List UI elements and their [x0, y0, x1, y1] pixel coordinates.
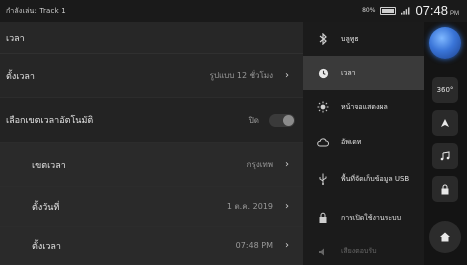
music-note-icon	[440, 151, 450, 161]
section-title: เวลา	[6, 33, 25, 44]
clock-time: 07:48	[415, 3, 448, 18]
settings-panel: เวลา ตั้งเวลา รูปแบบ 12 ชั่วโมง › เลือกเ…	[0, 22, 303, 265]
status-bar: กำลังเล่น: Track 1 80% 07:48 PM	[0, 0, 467, 22]
row-label: ตั้งวันที่	[32, 202, 60, 213]
set-date-row[interactable]: ตั้งวันที่ 1 ต.ค. 2019 ›	[0, 187, 303, 227]
menu-item-label: หน้าจอแสดงผล	[341, 102, 388, 111]
chevron-right-icon: ›	[285, 159, 289, 170]
lock-icon	[317, 212, 329, 224]
speaker-icon	[317, 246, 329, 258]
row-label: ตั้งเวลา	[6, 71, 35, 82]
bluetooth-icon	[317, 33, 329, 45]
auto-timezone-row[interactable]: เลือกเขตเวลาอัตโนมัติ ปิด	[0, 98, 303, 143]
menu-item-time[interactable]: เวลา	[303, 56, 424, 90]
chevron-right-icon: ›	[285, 70, 289, 81]
section-title-row: เวลา	[0, 22, 303, 54]
home-icon	[440, 232, 450, 242]
row-value: 1 ต.ค. 2019	[226, 202, 273, 211]
clock-ampm: PM	[450, 11, 459, 17]
row-label: เลือกเขตเวลาอัตโนมัติ	[6, 116, 94, 126]
usb-icon	[317, 173, 329, 185]
set-time-row[interactable]: ตั้งเวลา 07:48 PM ›	[0, 227, 303, 265]
clock: 07:48 PM	[415, 3, 459, 18]
home-button[interactable]	[429, 221, 461, 253]
menu-item-display[interactable]: หน้าจอแสดงผล	[303, 90, 424, 124]
row-value: กรุงเทพ	[246, 160, 273, 169]
lock-icon	[441, 184, 449, 194]
screen: กำลังเล่น: Track 1 80% 07:48 PM เวลา ตั้ง…	[0, 0, 467, 265]
menu-item-system-activation[interactable]: การเปิดใช้งานระบบ	[303, 198, 424, 238]
menu-item-feedback-sound[interactable]: เสียงตอบรับ	[303, 238, 424, 265]
brightness-icon	[317, 101, 329, 113]
navigation-arrow-icon	[441, 119, 449, 127]
update-icon	[317, 136, 329, 148]
lock-button[interactable]	[432, 176, 458, 202]
battery-percent: 80%	[362, 7, 376, 14]
menu-item-label: เสียงตอบรับ	[341, 247, 377, 255]
view-360-button[interactable]: 360°	[432, 77, 458, 103]
menu-item-update[interactable]: อัพเดท	[303, 124, 424, 160]
menu-item-label: การเปิดใช้งานระบบ	[341, 213, 402, 222]
chevron-right-icon: ›	[285, 201, 289, 212]
row-value: 07:48 PM	[235, 241, 273, 250]
battery-icon	[380, 6, 397, 15]
menu-item-usb-storage[interactable]: พื้นที่จัดเก็บข้อมูล USB	[303, 160, 424, 198]
auto-timezone-toggle[interactable]	[269, 113, 295, 127]
menu-item-bluetooth[interactable]: บลูทูธ	[303, 22, 424, 56]
view-360-label: 360°	[436, 86, 454, 94]
status-right: 80% 07:48 PM	[362, 3, 459, 18]
timezone-row[interactable]: เขตเวลา กรุงเทพ ›	[0, 143, 303, 187]
chevron-right-icon: ›	[285, 240, 289, 251]
navigation-button[interactable]	[432, 110, 458, 136]
row-value: รูปแบบ 12 ชั่วโมง	[209, 71, 273, 80]
settings-menu: บลูทูธ เวลา หน้าจอแสดงผล อัพเดท พื้นที่จ	[303, 22, 424, 265]
row-value: ปิด	[248, 115, 259, 125]
row-label: ตั้งเวลา	[32, 241, 61, 252]
menu-item-label: อัพเดท	[341, 137, 362, 146]
quick-sidebar: 360°	[424, 22, 467, 265]
menu-item-label: บลูทูธ	[341, 34, 359, 43]
assistant-globe-button[interactable]	[429, 27, 461, 59]
signal-icon	[401, 6, 410, 15]
clock-icon	[317, 67, 329, 79]
row-label: เขตเวลา	[32, 160, 66, 171]
menu-item-label: เวลา	[341, 68, 356, 77]
menu-item-label: พื้นที่จัดเก็บข้อมูล USB	[341, 174, 410, 183]
music-button[interactable]	[432, 143, 458, 169]
time-format-row[interactable]: ตั้งเวลา รูปแบบ 12 ชั่วโมง ›	[0, 54, 303, 98]
now-playing-text: กำลังเล่น: Track 1	[6, 7, 66, 15]
